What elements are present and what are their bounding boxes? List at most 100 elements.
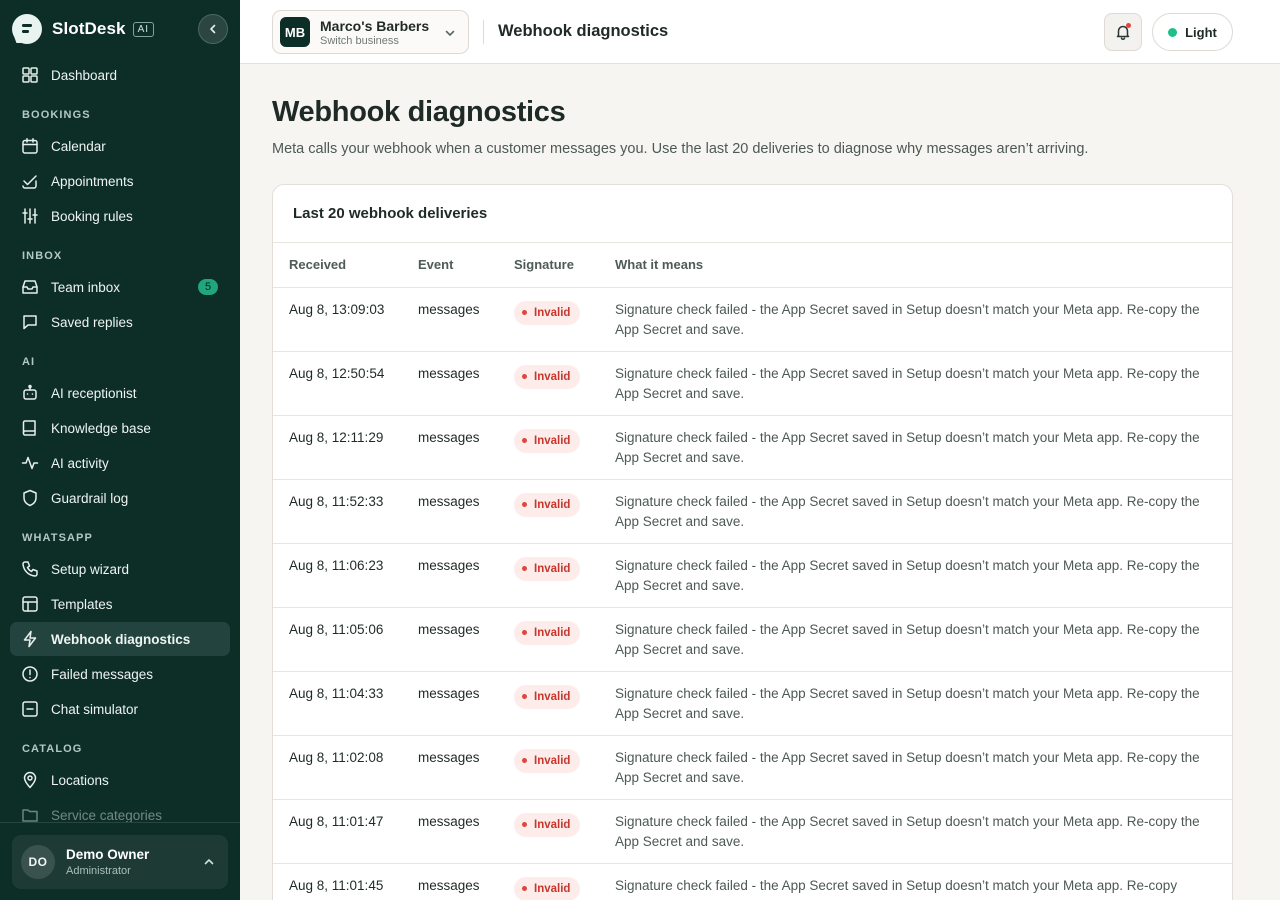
theme-label: Light [1185, 24, 1217, 40]
message-icon [20, 312, 40, 332]
checklist-icon [20, 171, 40, 191]
book-icon [20, 418, 40, 438]
deliveries-table: Received Event Signature What it means A… [273, 243, 1232, 900]
logo-icon [12, 14, 42, 44]
sidebar-item-webhook-diagnostics[interactable]: Webhook diagnostics [10, 622, 230, 656]
status-dot-icon [522, 758, 527, 763]
table-row: Aug 8, 11:02:08 messages Invalid Signature … [273, 735, 1232, 800]
event-cell: messages [402, 351, 498, 416]
theme-indicator-icon [1168, 27, 1178, 37]
template-icon [20, 594, 40, 614]
received-cell: Aug 8, 11:05:06 [273, 607, 402, 672]
sidebar-item-label: Booking rules [51, 208, 133, 224]
collapse-sidebar-button[interactable] [198, 14, 228, 44]
meaning-cell: Signature check failed - the App Secret … [599, 415, 1232, 480]
sidebar-item-label: Appointments [51, 173, 134, 189]
sidebar-item-guardrail-log[interactable]: Guardrail log [10, 481, 230, 515]
sidebar-footer: DO Demo Owner Administrator [0, 822, 240, 900]
table-row: Aug 8, 12:11:29 messages Invalid Signature … [273, 415, 1232, 480]
sidebar-item-label: Calendar [51, 138, 106, 154]
page-title: Webhook diagnostics [272, 96, 566, 128]
main-content: Webhook diagnostics Meta calls your webh… [240, 64, 1280, 900]
column-header-meaning: What it means [599, 243, 1232, 288]
sidebar-item-locations[interactable]: Locations [10, 763, 230, 797]
table-row: Aug 8, 11:01:47 messages Invalid Signature … [273, 799, 1232, 864]
status-dot-icon [522, 438, 527, 443]
received-cell: Aug 8, 11:01:47 [273, 799, 402, 864]
table-row: Aug 8, 12:50:54 messages Invalid Signature … [273, 351, 1232, 416]
sidebar-section-heading: WHATSAPP [22, 532, 93, 544]
received-cell: Aug 8, 11:04:33 [273, 671, 402, 736]
status-badge: Invalid [514, 684, 581, 709]
status-badge: Invalid [514, 428, 581, 453]
event-cell: messages [402, 863, 498, 900]
sidebar-item-label: Chat simulator [51, 701, 139, 717]
signature-cell: Invalid [498, 287, 599, 352]
event-cell: messages [402, 287, 498, 352]
sidebar-item-label: Templates [51, 596, 113, 612]
sidebar-item-setup-wizard[interactable]: Setup wizard [10, 552, 230, 586]
user-name: Demo Owner [66, 847, 150, 862]
sidebar-item-label: Failed messages [51, 666, 154, 682]
status-badge-label: Invalid [534, 370, 571, 383]
business-switcher[interactable]: MB Marco's Barbers Switch business [272, 10, 469, 54]
status-badge: Invalid [514, 364, 581, 389]
bot-icon [20, 383, 40, 403]
sidebar-item-saved-replies[interactable]: Saved replies [10, 305, 230, 339]
status-dot-icon [522, 310, 527, 315]
sidebar-item-calendar[interactable]: Calendar [10, 129, 230, 163]
sidebar-item-chat-simulator[interactable]: Chat simulator [10, 692, 230, 726]
sidebar-item-dashboard[interactable]: Dashboard [10, 58, 230, 92]
signature-cell: Invalid [498, 863, 599, 900]
sidebar-item-knowledge-base[interactable]: Knowledge base [10, 411, 230, 445]
sidebar-item-templates[interactable]: Templates [10, 587, 230, 621]
business-monogram: MB [280, 17, 310, 47]
sidebar-item-label: Locations [51, 772, 109, 788]
meaning-cell: Signature check failed - the App Secret … [599, 799, 1232, 864]
topbar-title: Webhook diagnostics [498, 22, 669, 40]
ai-badge: AI [132, 21, 155, 37]
notifications-button[interactable] [1104, 13, 1142, 51]
calendar-icon [20, 136, 40, 156]
brand[interactable]: SlotDesk AI [12, 13, 155, 45]
received-cell: Aug 8, 11:01:45 [273, 863, 402, 900]
signature-cell: Invalid [498, 543, 599, 608]
sidebar-item-label: Setup wizard [51, 561, 130, 577]
sidebar-item-appointments[interactable]: Appointments [10, 164, 230, 198]
meaning-cell: Signature check failed - the App Secret … [599, 479, 1232, 544]
theme-toggle[interactable]: Light [1152, 13, 1233, 51]
status-badge-label: Invalid [534, 882, 571, 895]
chevron-left-icon [210, 24, 216, 34]
status-badge: Invalid [514, 812, 581, 837]
sidebar-nav: Dashboard BOOKINGS Calendar Appointments Boo… [10, 58, 230, 833]
meaning-cell: Signature check failed - the App Secret … [599, 735, 1232, 800]
sidebar-item-label: AI activity [51, 455, 109, 471]
sidebar-item-team-inbox[interactable]: Team inbox 5 [10, 270, 230, 304]
status-badge: Invalid [514, 556, 581, 581]
sidebar-item-ai-receptionist[interactable]: AI receptionist [10, 376, 230, 410]
received-cell: Aug 8, 12:50:54 [273, 351, 402, 416]
sidebar-item-ai-activity[interactable]: AI activity [10, 446, 230, 480]
sidebar-item-failed-messages[interactable]: Failed messages [10, 657, 230, 691]
sidebar-item-booking-rules[interactable]: Booking rules [10, 199, 230, 233]
column-header-received: Received [273, 243, 402, 288]
sidebar-item-label: Guardrail log [51, 490, 129, 506]
signature-cell: Invalid [498, 799, 599, 864]
user-menu[interactable]: DO Demo Owner Administrator [12, 835, 228, 889]
unread-count-badge: 5 [198, 279, 218, 295]
meaning-cell: Signature check failed - the App Secret … [599, 543, 1232, 608]
pin-icon [20, 770, 40, 790]
business-name: Marco's Barbers [320, 17, 430, 34]
event-cell: messages [402, 607, 498, 672]
sidebar-item-label: Service categories [51, 807, 163, 823]
meaning-cell: Signature check failed - the App Secret … [599, 287, 1232, 352]
signature-cell: Invalid [498, 671, 599, 736]
status-dot-icon [522, 886, 527, 891]
sidebar-section-heading: CATALOG [22, 743, 83, 755]
sidebar-section-heading: INBOX [22, 250, 63, 262]
status-badge-label: Invalid [534, 626, 571, 639]
table-row: Aug 8, 11:05:06 messages Invalid Signature … [273, 607, 1232, 672]
table-row: Aug 8, 11:04:33 messages Invalid Signature … [273, 671, 1232, 736]
status-dot-icon [522, 374, 527, 379]
activity-icon [20, 453, 40, 473]
